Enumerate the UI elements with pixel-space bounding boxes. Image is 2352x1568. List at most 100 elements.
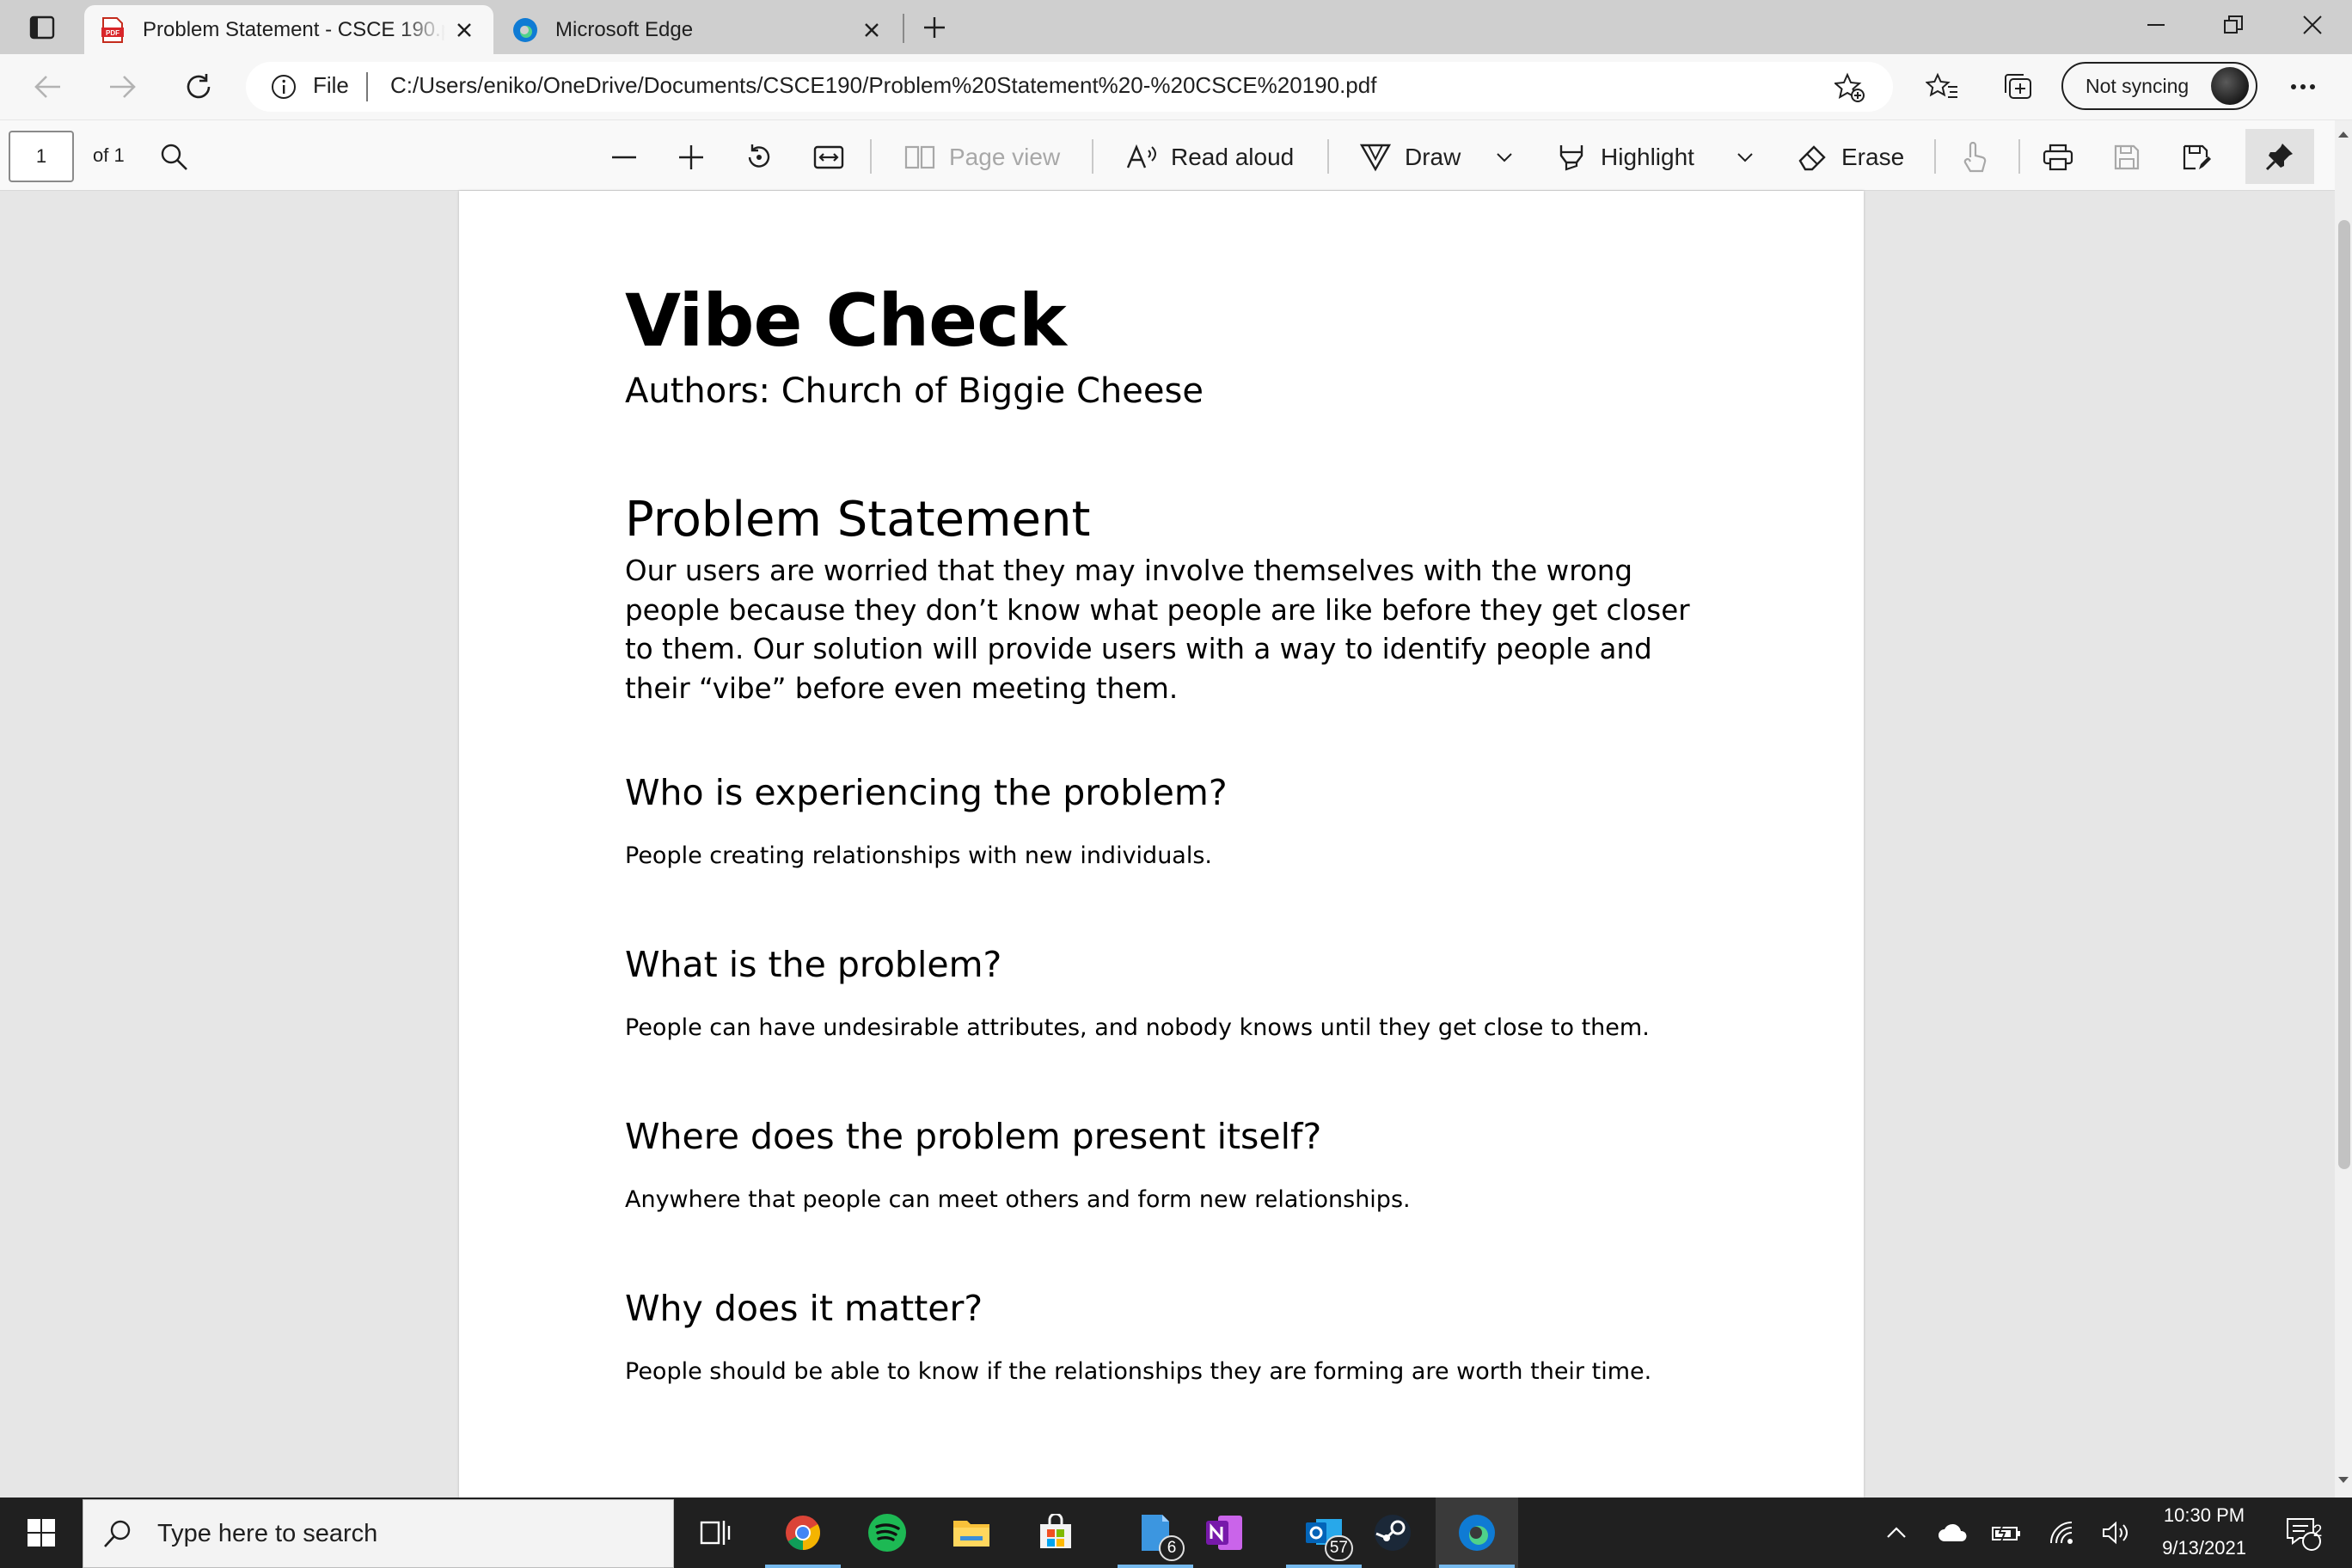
taskbar-app-file-explorer[interactable] — [930, 1498, 1013, 1568]
show-hidden-icons-button[interactable] — [1879, 1498, 1914, 1568]
taskbar-app-microsoft-store[interactable] — [1014, 1498, 1097, 1568]
read-aloud-icon — [1126, 144, 1156, 168]
save-button[interactable] — [2113, 132, 2141, 182]
taskbar-app-chrome[interactable] — [762, 1498, 844, 1568]
answer-text: People should be able to know if the rel… — [625, 1358, 1652, 1385]
scrollbar-thumb[interactable] — [2338, 220, 2350, 1169]
notification-badge: 6 — [1159, 1535, 1185, 1561]
info-icon[interactable] — [270, 73, 297, 101]
spotify-icon — [868, 1514, 906, 1552]
highlight-button[interactable]: Highlight — [1556, 132, 1694, 182]
favorites-icon — [1926, 72, 1957, 98]
collections-icon — [2005, 74, 2031, 99]
action-center-button[interactable]: 2 — [2273, 1498, 2333, 1568]
chevron-up-icon — [1887, 1527, 1906, 1538]
volume-tray-button[interactable] — [2098, 1498, 2135, 1568]
collections-button[interactable] — [1991, 65, 2044, 108]
draw-button[interactable]: Draw — [1360, 132, 1461, 182]
taskbar-app-onenote[interactable] — [1183, 1498, 1265, 1568]
forward-button[interactable] — [96, 65, 150, 108]
document-authors: Authors: Church of Biggie Cheese — [625, 371, 1204, 411]
pdf-icon: PDF — [98, 15, 127, 45]
settings-more-button[interactable] — [2276, 65, 2330, 108]
scroll-down-icon[interactable] — [2335, 1472, 2352, 1489]
taskbar-search-box[interactable]: Type here to search — [83, 1499, 674, 1568]
search-icon — [104, 1520, 131, 1547]
taskbar-app-edge[interactable] — [1436, 1498, 1518, 1568]
start-button[interactable] — [0, 1498, 83, 1568]
rotate-button[interactable] — [744, 132, 774, 182]
notification-badge: 57 — [1324, 1535, 1353, 1561]
zoom-in-button[interactable] — [677, 132, 705, 182]
save-icon — [2114, 144, 2140, 170]
document-title: Vibe Check — [625, 279, 1067, 363]
highlight-options-button[interactable] — [1736, 132, 1754, 182]
question-heading: Why does it matter? — [625, 1288, 983, 1329]
taskbar-app-spotify[interactable] — [846, 1498, 928, 1568]
windows-logo-icon — [28, 1519, 55, 1547]
draw-options-button[interactable] — [1496, 132, 1513, 182]
erase-button[interactable]: Erase — [1797, 132, 1904, 182]
plus-icon — [679, 145, 703, 169]
minimize-button[interactable] — [2116, 0, 2196, 50]
tab-title: Microsoft Edge — [555, 17, 694, 41]
scheme-label: File — [313, 72, 349, 98]
back-button[interactable] — [21, 65, 74, 108]
chevron-down-icon — [1737, 153, 1753, 162]
clock-time[interactable]: 10:30 PM — [2144, 1504, 2264, 1527]
fit-to-width-button[interactable] — [813, 132, 844, 182]
page-view-label: Page view — [949, 144, 1061, 170]
page-number-input[interactable]: 1 — [9, 131, 74, 182]
question-heading: Where does the problem present itself? — [625, 1116, 1322, 1157]
page-view-icon — [904, 145, 935, 169]
url-text[interactable]: C:/Users/eniko/OneDrive/Documents/CSCE19… — [390, 72, 1376, 99]
pin-icon — [2265, 144, 2293, 171]
avatar — [2211, 67, 2249, 105]
close-tab-icon[interactable] — [853, 11, 891, 49]
new-tab-button[interactable] — [915, 9, 954, 46]
edge-icon — [1459, 1515, 1495, 1551]
favorites-button[interactable] — [1915, 65, 1969, 108]
draw-label: Draw — [1405, 144, 1461, 170]
microsoft-store-icon — [1040, 1514, 1071, 1548]
scroll-up-icon[interactable] — [2335, 126, 2352, 143]
save-as-button[interactable] — [2182, 132, 2211, 182]
restore-button[interactable] — [2194, 0, 2273, 50]
pin-toolbar-button[interactable] — [2245, 129, 2314, 184]
battery-icon — [1992, 1523, 2020, 1542]
battery-tray-button[interactable] — [1988, 1498, 2025, 1568]
tab-actions-icon — [29, 15, 55, 40]
tab-microsoft-edge[interactable]: Microsoft Edge — [497, 5, 901, 54]
task-view-button[interactable] — [674, 1498, 756, 1568]
toolbar-divider — [2018, 139, 2020, 174]
svg-text:PDF: PDF — [106, 29, 119, 37]
answer-text: People creating relationships with new i… — [625, 842, 1213, 869]
touch-writing-button[interactable] — [1960, 132, 1988, 182]
address-bar[interactable]: File C:/Users/eniko/OneDrive/Documents/C… — [246, 62, 1893, 112]
print-button[interactable] — [2043, 132, 2073, 182]
draw-icon — [1360, 144, 1391, 172]
add-favorite-icon[interactable] — [1834, 72, 1865, 103]
touch-hand-icon — [1963, 142, 1987, 173]
network-tray-button[interactable] — [2044, 1498, 2082, 1568]
tab-actions-button[interactable] — [12, 7, 72, 48]
highlighter-icon — [1559, 145, 1583, 171]
tab-problem-statement[interactable]: PDF Problem Statement - CSCE 190.pdf — [84, 5, 493, 54]
clock-date[interactable]: 9/13/2021 — [2144, 1537, 2264, 1559]
onedrive-tray-button[interactable] — [1934, 1498, 1972, 1568]
question-heading: Who is experiencing the problem? — [625, 772, 1228, 813]
wifi-icon — [2050, 1522, 2073, 1544]
profile-sync-button[interactable]: Not syncing — [2061, 62, 2257, 110]
find-button[interactable] — [160, 132, 189, 182]
print-icon — [2043, 144, 2073, 171]
forward-arrow-icon — [110, 76, 136, 98]
close-tab-icon[interactable] — [445, 11, 483, 49]
toolbar-divider — [870, 139, 872, 174]
zoom-out-button[interactable] — [610, 132, 638, 182]
refresh-button[interactable] — [172, 65, 225, 108]
plus-icon — [924, 17, 945, 38]
page-view-button[interactable]: Page view — [904, 132, 1060, 182]
taskbar-app-steam[interactable] — [1351, 1498, 1434, 1568]
read-aloud-button[interactable]: Read aloud — [1126, 132, 1294, 182]
close-window-button[interactable] — [2273, 0, 2352, 50]
